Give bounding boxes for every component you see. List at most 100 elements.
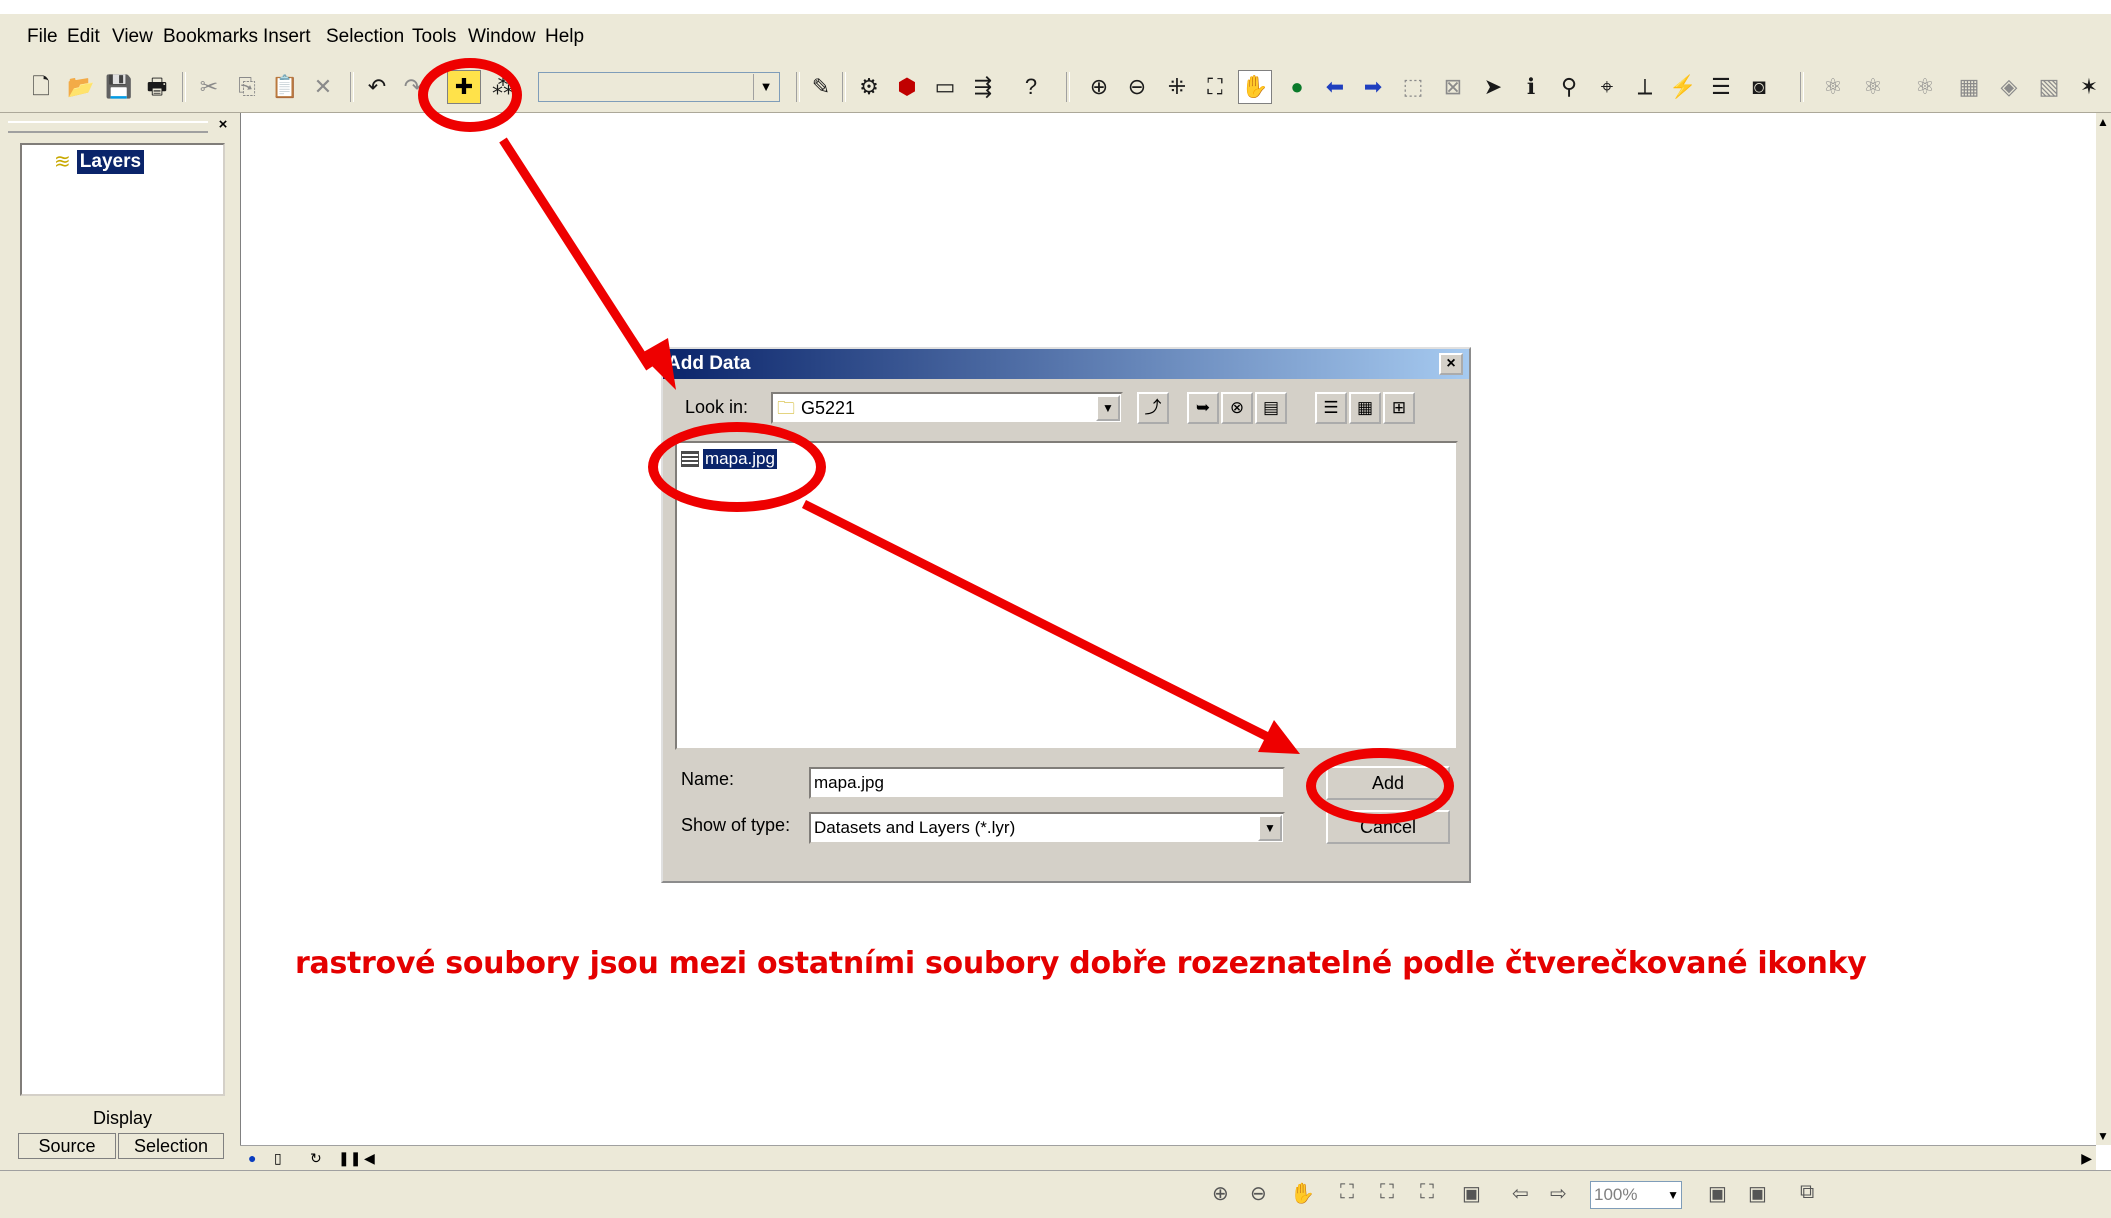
georef-tool-icon[interactable]: ⚛ [1856,70,1890,104]
layout-view-icon[interactable]: ▯ [274,1148,282,1168]
clear-selection-icon[interactable]: ⊠ [1436,70,1470,104]
menubar: File Edit View Bookmarks Insert Selectio… [0,14,2111,61]
chevron-down-icon[interactable]: ▼ [1258,815,1282,841]
chevron-down-icon[interactable]: ▼ [1096,395,1120,421]
tab-selection[interactable]: Selection [118,1133,224,1159]
georef-tool-icon[interactable]: ⚛ [1908,70,1942,104]
menu-help[interactable]: Help [540,24,589,50]
scroll-left-icon[interactable]: ◀ [364,1148,375,1168]
toggle-draft-icon[interactable]: ▣ [1708,1181,1727,1206]
georef-tool-icon[interactable]: ▧ [2032,70,2066,104]
open-folder-icon[interactable]: 📂 [64,70,98,104]
type-select[interactable]: Datasets and Layers (*.lyr) ▼ [809,812,1285,844]
georef-tool-icon[interactable]: ◈ [1992,70,2026,104]
scroll-up-icon[interactable]: ▲ [2097,115,2109,129]
go-forward-extent-icon[interactable]: ⇨ [1550,1181,1567,1206]
go-back-icon[interactable]: ⬅ [1318,70,1352,104]
arctoolbox-icon[interactable]: ⚙ [852,70,886,104]
close-icon[interactable]: × [1439,353,1463,375]
chevron-down-icon[interactable]: ▼ [1667,1182,1679,1208]
toolbar-separator [182,72,186,102]
fixed-zoom-out-icon[interactable]: ⛶ [1420,1181,1434,1204]
whats-this-icon[interactable]: ? [1014,70,1048,104]
panel-grip[interactable] [8,121,208,133]
close-icon[interactable]: × [213,116,233,134]
refresh-icon[interactable]: ↻ [310,1148,322,1168]
html-popup-icon[interactable]: ☰ [1704,70,1738,104]
menu-view[interactable]: View [107,24,158,50]
connect-icon[interactable]: ⇶ [966,70,1000,104]
scale-combobox[interactable]: ▼ [538,72,780,102]
list-view-icon[interactable]: ☰ [1315,392,1347,424]
thumbnails-view-icon[interactable]: ⊞ [1383,392,1415,424]
name-field[interactable]: mapa.jpg [809,767,1285,799]
editor-icon[interactable]: ✎ [804,70,838,104]
menu-bookmarks[interactable]: Bookmarks [158,24,263,50]
copy-icon[interactable]: ⎘ [230,70,264,104]
chevron-down-icon[interactable]: ▼ [753,74,778,100]
find-icon[interactable]: ⚲ [1552,70,1586,104]
menu-selection[interactable]: Selection [321,24,409,50]
map-window-icon[interactable]: ▭ [928,70,962,104]
model-builder-icon[interactable]: ⬢ [890,70,924,104]
undo-icon[interactable]: ↶ [360,70,394,104]
georef-tool-icon[interactable]: ✶ [2072,70,2106,104]
tab-display[interactable]: Display [20,1105,225,1131]
zoom-100-icon[interactable]: ▣ [1462,1181,1481,1206]
zoom-out-icon[interactable]: ⊖ [1120,70,1154,104]
time-slider-icon[interactable]: ◙ [1742,70,1776,104]
cut-icon[interactable]: ✂ [192,70,226,104]
toolbar-separator [842,72,846,102]
horizontal-scrollbar[interactable]: ● ▯ ↻ ❚❚ ◀ ▶ [240,1145,2096,1170]
go-to-xy-icon[interactable]: ⌖ [1590,70,1624,104]
window-top-strip [0,0,2111,15]
focus-frame-icon[interactable]: ▣ [1748,1181,1767,1206]
toolbar-separator [796,72,800,102]
vertical-scrollbar[interactable]: ▲ ▼ [2096,113,2111,1145]
select-elements-icon[interactable]: ➤ [1476,70,1510,104]
menu-tools[interactable]: Tools [407,24,461,50]
zoom-in-icon[interactable]: ⊕ [1082,70,1116,104]
fixed-zoom-in-icon[interactable]: ⛶ [1380,1181,1394,1204]
zoom-whole-page-icon[interactable]: ⛶ [1340,1181,1354,1204]
menu-file[interactable]: File [22,24,63,50]
menu-edit[interactable]: Edit [62,24,105,50]
scroll-right-icon[interactable]: ▶ [2081,1148,2092,1168]
fixed-zoom-in-icon[interactable]: ⁜ [1160,70,1194,104]
save-icon[interactable]: 💾 [102,70,136,104]
name-value: mapa.jpg [814,773,884,792]
hyperlink-icon[interactable]: ⚡ [1666,70,1700,104]
scroll-down-icon[interactable]: ▼ [2097,1129,2109,1143]
new-document-icon[interactable]: 🗋 [24,70,58,104]
go-back-extent-icon[interactable]: ⇦ [1512,1181,1529,1206]
up-one-level-icon[interactable]: ⤴ [1137,392,1169,424]
layout-zoom-out-icon[interactable]: ⊖ [1250,1181,1267,1206]
layers-root[interactable]: ≋ Layers [54,149,145,174]
pan-icon[interactable]: ✋ [1238,70,1272,104]
georef-table-icon[interactable]: ▦ [1952,70,1986,104]
layout-pan-icon[interactable]: ✋ [1290,1181,1315,1206]
look-in-select[interactable]: 🗀 G5221 ▼ [771,392,1123,424]
connect-folder-icon[interactable]: ➥ [1187,392,1219,424]
data-view-icon[interactable]: ● [248,1148,256,1168]
print-icon[interactable]: 🖶 [140,70,174,104]
zoom-combobox[interactable]: 100% ▼ [1590,1181,1682,1209]
full-extent-icon[interactable]: ● [1280,70,1314,104]
go-forward-icon[interactable]: ➡ [1356,70,1390,104]
fixed-zoom-out-icon[interactable]: ⛶ [1198,70,1232,104]
select-features-icon[interactable]: ⬚ [1396,70,1430,104]
tab-source[interactable]: Source [18,1133,116,1159]
pause-drawing-icon[interactable]: ❚❚ [338,1148,361,1168]
new-folder-icon[interactable]: ▤ [1255,392,1287,424]
layout-zoom-in-icon[interactable]: ⊕ [1212,1181,1229,1206]
measure-icon[interactable]: ⟂ [1628,70,1662,104]
identify-icon[interactable]: ℹ [1514,70,1548,104]
menu-insert[interactable]: Insert [258,24,316,50]
menu-window[interactable]: Window [463,24,541,50]
details-view-icon[interactable]: ▦ [1349,392,1381,424]
georef-tool-icon[interactable]: ⚛ [1816,70,1850,104]
change-layout-icon[interactable]: ⧉ [1800,1181,1814,1204]
disconnect-folder-icon[interactable]: ⊗ [1221,392,1253,424]
delete-icon[interactable]: ✕ [306,70,340,104]
paste-icon[interactable]: 📋 [268,70,302,104]
